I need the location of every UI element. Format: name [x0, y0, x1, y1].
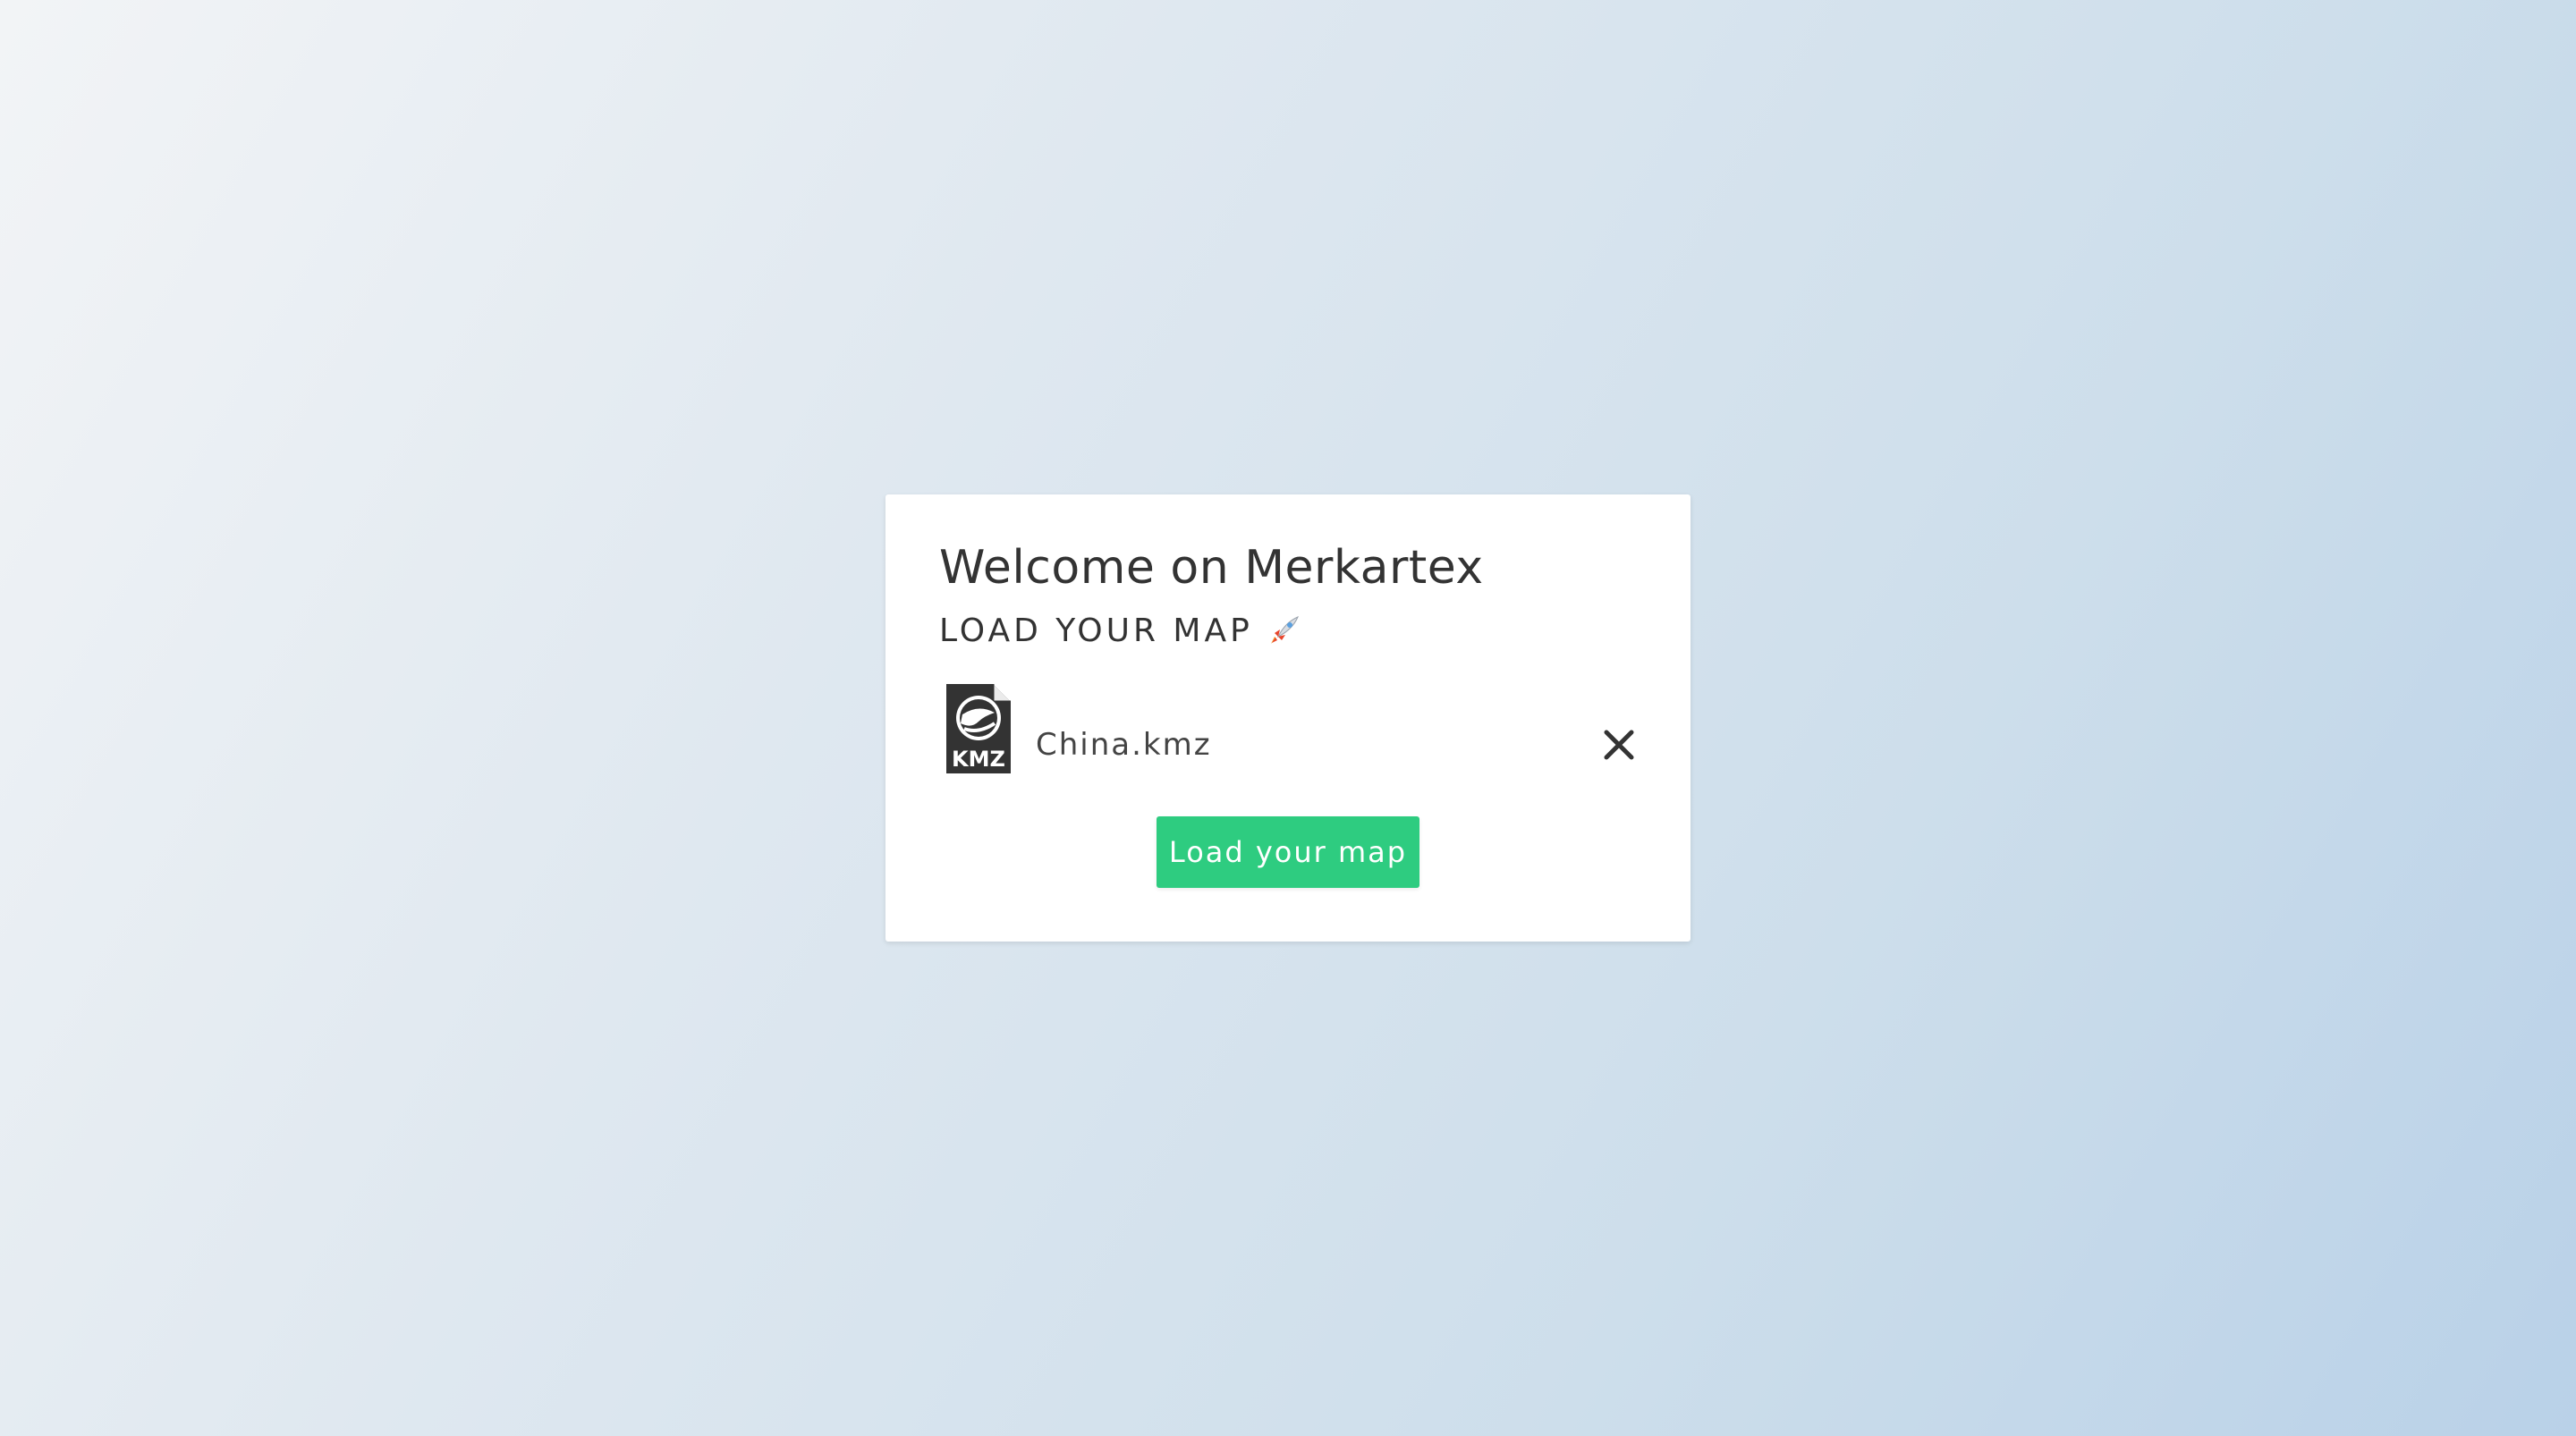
page-subtitle: LOAD YOUR MAP	[939, 612, 1301, 649]
kmz-icon-label: KMZ	[952, 747, 1005, 772]
load-map-button[interactable]: Load your map	[1157, 816, 1419, 888]
file-name: China.kmz	[1036, 727, 1212, 763]
welcome-card: Welcome on Merkartex LOAD YOUR MAP KMZ C…	[886, 494, 1690, 942]
remove-file-button[interactable]	[1601, 727, 1637, 763]
selected-file-row: KMZ China.kmz	[939, 680, 1637, 781]
kmz-file-icon: KMZ	[943, 682, 1014, 775]
page-title: Welcome on Merkartex	[939, 541, 1484, 595]
subtitle-text: LOAD YOUR MAP	[939, 612, 1253, 649]
close-icon	[1604, 730, 1634, 760]
rocket-icon	[1266, 613, 1301, 649]
